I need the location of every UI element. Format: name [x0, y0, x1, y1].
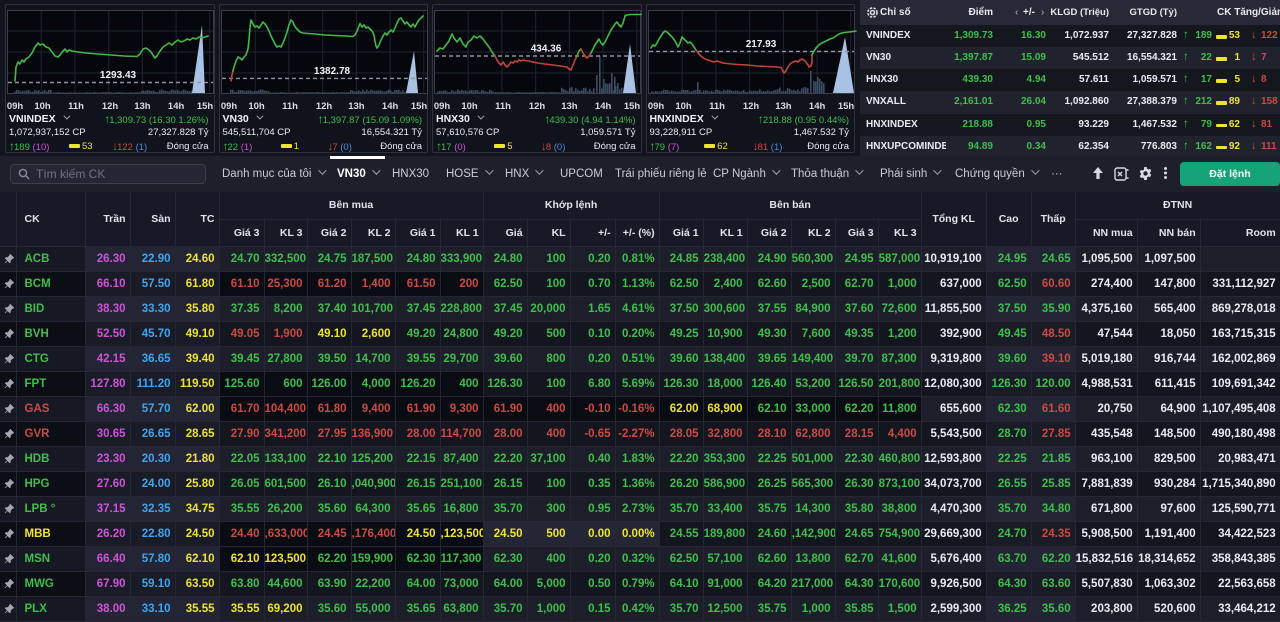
- svg-text:10h: 10h: [461, 101, 478, 112]
- svg-text:13h: 13h: [348, 101, 365, 112]
- svg-text:1382.78: 1382.78: [313, 66, 350, 77]
- svg-text:11h: 11h: [282, 101, 298, 112]
- svg-text:09h: 09h: [7, 101, 24, 112]
- svg-text:13h: 13h: [561, 101, 578, 112]
- svg-text:12h: 12h: [102, 101, 119, 112]
- svg-text:11h: 11h: [68, 101, 84, 112]
- svg-text:10h: 10h: [34, 101, 51, 112]
- svg-text:15h: 15h: [410, 101, 427, 112]
- svg-text:10h: 10h: [675, 101, 692, 112]
- svg-text:14h: 14h: [381, 101, 398, 112]
- svg-text:11h: 11h: [495, 101, 511, 112]
- svg-text:15h: 15h: [837, 101, 854, 112]
- svg-text:11h: 11h: [709, 101, 725, 112]
- svg-text:14h: 14h: [595, 101, 612, 112]
- svg-text:09h: 09h: [220, 101, 237, 112]
- svg-text:1293.43: 1293.43: [100, 70, 137, 81]
- svg-text:09h: 09h: [434, 101, 451, 112]
- svg-text:217.93: 217.93: [745, 39, 776, 50]
- svg-text:14h: 14h: [168, 101, 185, 112]
- svg-text:15h: 15h: [197, 101, 214, 112]
- svg-text:09h: 09h: [647, 101, 664, 112]
- svg-text:12h: 12h: [315, 101, 332, 112]
- svg-text:12h: 12h: [742, 101, 759, 112]
- svg-text:10h: 10h: [248, 101, 265, 112]
- svg-text:12h: 12h: [529, 101, 546, 112]
- svg-text:434.36: 434.36: [531, 44, 562, 55]
- svg-text:15h: 15h: [624, 101, 641, 112]
- svg-text:13h: 13h: [775, 101, 792, 112]
- svg-text:13h: 13h: [134, 101, 151, 112]
- svg-text:14h: 14h: [808, 101, 825, 112]
